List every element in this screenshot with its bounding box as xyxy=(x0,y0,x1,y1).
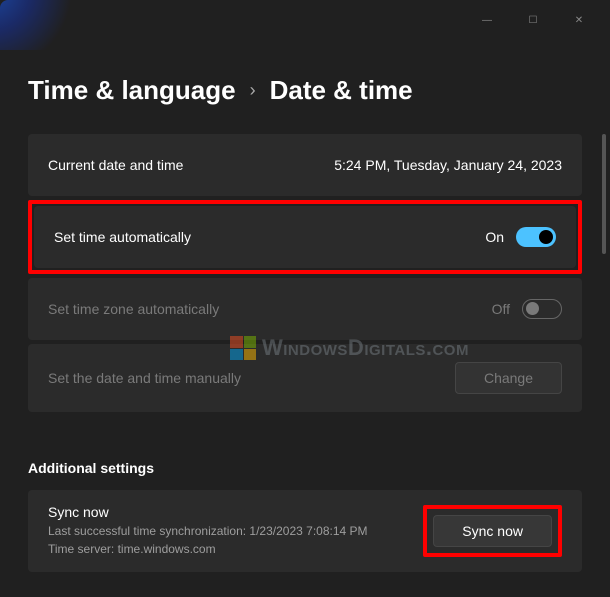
sync-now-button[interactable]: Sync now xyxy=(433,515,552,547)
titlebar: — ☐ ✕ xyxy=(0,0,610,40)
highlight-annotation: Sync now xyxy=(423,505,562,557)
maximize-button[interactable]: ☐ xyxy=(510,4,556,36)
close-button[interactable]: ✕ xyxy=(556,4,602,36)
set-manual-label: Set the date and time manually xyxy=(48,370,241,386)
current-datetime-label: Current date and time xyxy=(48,157,183,173)
corner-decoration xyxy=(0,0,90,50)
change-button: Change xyxy=(455,362,562,394)
set-time-auto-label: Set time automatically xyxy=(54,229,191,245)
set-time-auto-state: On xyxy=(485,229,504,245)
set-manual-row: Set the date and time manually Change xyxy=(28,344,582,412)
set-time-auto-toggle[interactable] xyxy=(516,227,556,247)
minimize-button[interactable]: — xyxy=(464,4,510,36)
set-time-auto-row[interactable]: Set time automatically On xyxy=(34,206,576,268)
sync-now-label: Sync now xyxy=(48,504,368,520)
breadcrumb-parent[interactable]: Time & language xyxy=(28,75,236,106)
additional-settings-title: Additional settings xyxy=(28,460,582,476)
page-title: Date & time xyxy=(270,75,413,106)
set-timezone-auto-state: Off xyxy=(492,301,510,317)
sync-now-row: Sync now Last successful time synchroniz… xyxy=(28,490,582,572)
highlight-annotation: Set time automatically On xyxy=(28,200,582,274)
set-timezone-auto-label: Set time zone automatically xyxy=(48,301,219,317)
breadcrumb: Time & language › Date & time xyxy=(28,75,582,106)
current-datetime-row: Current date and time 5:24 PM, Tuesday, … xyxy=(28,134,582,196)
chevron-right-icon: › xyxy=(250,80,256,101)
set-timezone-auto-row: Set time zone automatically Off xyxy=(28,278,582,340)
scrollbar[interactable] xyxy=(602,134,606,254)
sync-server: Time server: time.windows.com xyxy=(48,540,368,558)
sync-last-sync: Last successful time synchronization: 1/… xyxy=(48,522,368,540)
current-datetime-value: 5:24 PM, Tuesday, January 24, 2023 xyxy=(334,157,562,173)
set-timezone-auto-toggle xyxy=(522,299,562,319)
